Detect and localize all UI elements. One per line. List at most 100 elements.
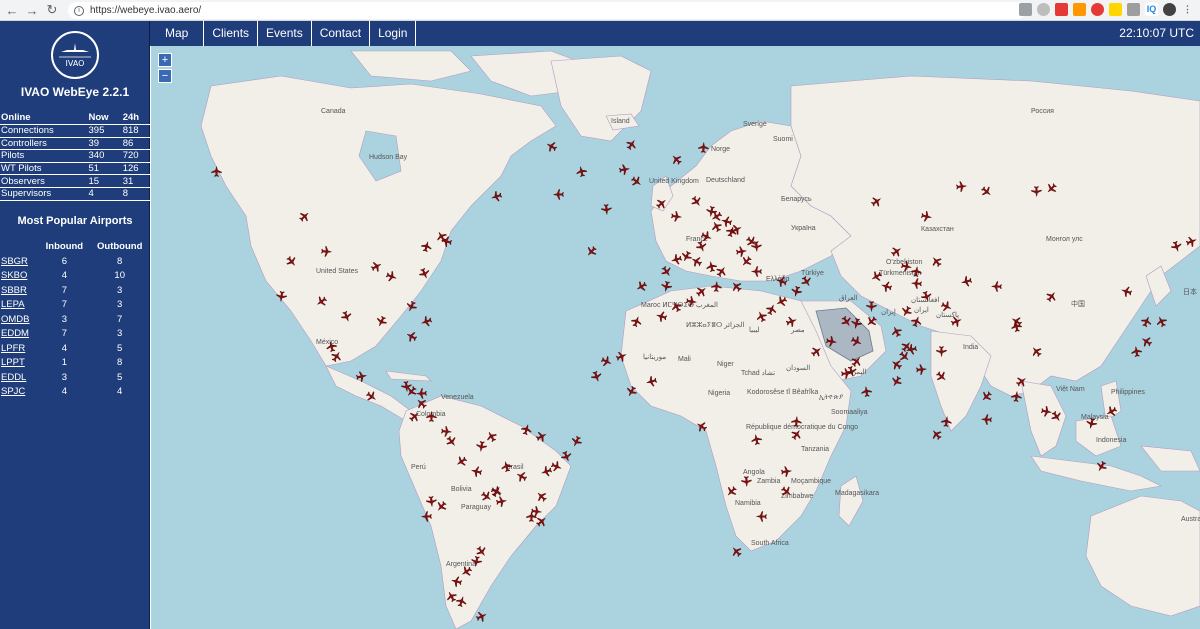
aircraft-icon[interactable] [698,142,710,154]
aircraft-icon[interactable] [911,278,923,290]
aircraft-icon[interactable] [841,368,853,380]
aircraft-icon[interactable] [916,364,928,376]
inbound-count: 7 [61,328,68,340]
world-map[interactable]: + − Canada Hudson Bay United States Island S… [151,46,1200,629]
airport-link[interactable]: SBGR [0,254,39,269]
nav-login[interactable]: Login [370,21,417,46]
table-row: Controllers 39 86 [0,137,150,151]
aircraft-icon[interactable] [750,433,763,446]
camera-icon[interactable] [1019,3,1032,16]
aircraft-icon[interactable] [711,281,723,293]
outbound-count: 4 [117,386,123,398]
aircraft-icon[interactable] [981,414,993,426]
map-place-label: Canada [321,108,346,115]
aircraft-icon[interactable] [751,266,762,277]
aircraft-icon[interactable] [211,166,222,177]
aircraft-icon[interactable] [991,281,1002,292]
aircraft-icon[interactable] [660,280,673,293]
aircraft-icon[interactable] [601,204,613,216]
aircraft-icon[interactable] [955,180,967,192]
airport-link[interactable]: SPJC [0,385,39,400]
aircraft-icon[interactable] [1130,345,1143,358]
map-place-label: Hudson Bay [369,154,408,161]
airport-link[interactable]: SBBR [0,283,39,298]
map-place-label: ايران [914,307,929,314]
puzzle-icon[interactable] [1127,3,1140,16]
aircraft-icon[interactable] [618,163,631,176]
circle-extension-icon[interactable] [1037,3,1050,16]
aircraft-icon[interactable] [321,246,333,258]
map-place-label: Philippines [1111,389,1145,396]
aircraft-icon[interactable] [530,505,542,517]
aircraft-icon[interactable] [791,416,803,428]
zoom-in-button[interactable]: + [158,53,172,67]
airport-link[interactable]: LPPT [0,356,39,371]
iq-icon[interactable]: IQ [1145,3,1158,16]
aircraft-icon[interactable] [780,465,792,477]
nav-clients[interactable]: Clients [204,21,259,46]
outbound-count: 8 [117,255,123,267]
inbound-count: 4 [61,270,68,282]
map-place-label: ኢትዮጵያ [819,394,844,401]
table-row: WT Pilots 51 126 [0,162,150,176]
nav-map[interactable]: Map [150,21,205,46]
aircraft-icon[interactable] [825,335,838,348]
aircraft-icon[interactable] [751,241,763,253]
map-place-label: Nigeria [708,390,731,397]
aircraft-icon[interactable] [275,290,287,302]
forward-icon[interactable]: → [24,2,40,18]
zoom-out-button[interactable]: − [158,69,172,83]
aircraft-icon[interactable] [936,346,947,357]
aircraft-icon[interactable] [426,411,437,422]
opera-icon[interactable] [1091,3,1104,16]
aircraft-icon[interactable] [910,265,922,278]
aircraft-icon[interactable] [940,415,952,428]
outbound-count: 10 [114,270,125,282]
aircraft-icon[interactable] [866,301,877,312]
menu-icon[interactable]: ⋮ [1181,3,1194,16]
back-icon[interactable]: ← [4,2,20,18]
site-info-icon[interactable]: i [74,5,84,16]
airport-link[interactable]: SKBO [0,269,39,284]
aircraft-icon[interactable] [470,555,483,568]
map-place-label: 日本 [1183,289,1197,296]
aircraft-icon[interactable] [670,210,682,222]
airport-link[interactable]: OMDB [0,312,39,327]
logo-text: IVAO [66,59,85,68]
aircraft-icon[interactable] [355,370,368,383]
url-text[interactable]: https://webeye.ivao.aero/ [90,5,201,16]
extension-icons: IQ ⋮ [1019,3,1194,16]
map-place-label: Монгол улс [1046,236,1083,243]
aircraft-icon[interactable] [421,511,432,522]
online-header: Online [0,112,88,125]
airport-link[interactable]: EDDL [0,370,39,385]
pocket-icon[interactable] [1073,3,1086,16]
airport-link[interactable]: LPFR [0,341,39,356]
table-row: LEPA 7 3 [0,298,150,313]
profile-avatar[interactable] [1163,3,1176,16]
aircraft-icon[interactable] [475,440,488,453]
aircraft-icon[interactable] [860,385,872,398]
aircraft-icon[interactable] [920,210,933,223]
airport-link[interactable]: LEPA [0,298,39,313]
nav-events[interactable]: Events [258,21,312,46]
reload-icon[interactable]: ↻ [44,2,60,18]
aircraft-icon[interactable] [756,511,767,522]
map-place-label: Deutschland [706,177,745,184]
table-row: SKBO 4 10 [0,269,150,284]
inbound-count: 1 [61,357,68,369]
table-row: SBGR 6 8 [0,254,150,269]
map-place-label: Беларусь [781,196,812,203]
aircraft-icon[interactable] [1031,186,1042,197]
aircraft-icon[interactable] [741,476,753,488]
address-bar[interactable]: i https://webeye.ivao.aero/ [68,2,1026,19]
aircraft-icon[interactable] [553,189,564,200]
translate-icon[interactable] [1109,3,1122,16]
bookmark-icon[interactable] [1055,3,1068,16]
nav-contact[interactable]: Contact [312,21,371,46]
map-place-label: Niger [717,361,734,368]
airport-link[interactable]: EDDM [0,327,39,342]
aircraft-icon[interactable] [1010,320,1023,333]
aircraft-icon[interactable] [685,295,697,307]
aircraft-icon[interactable] [1010,390,1022,402]
